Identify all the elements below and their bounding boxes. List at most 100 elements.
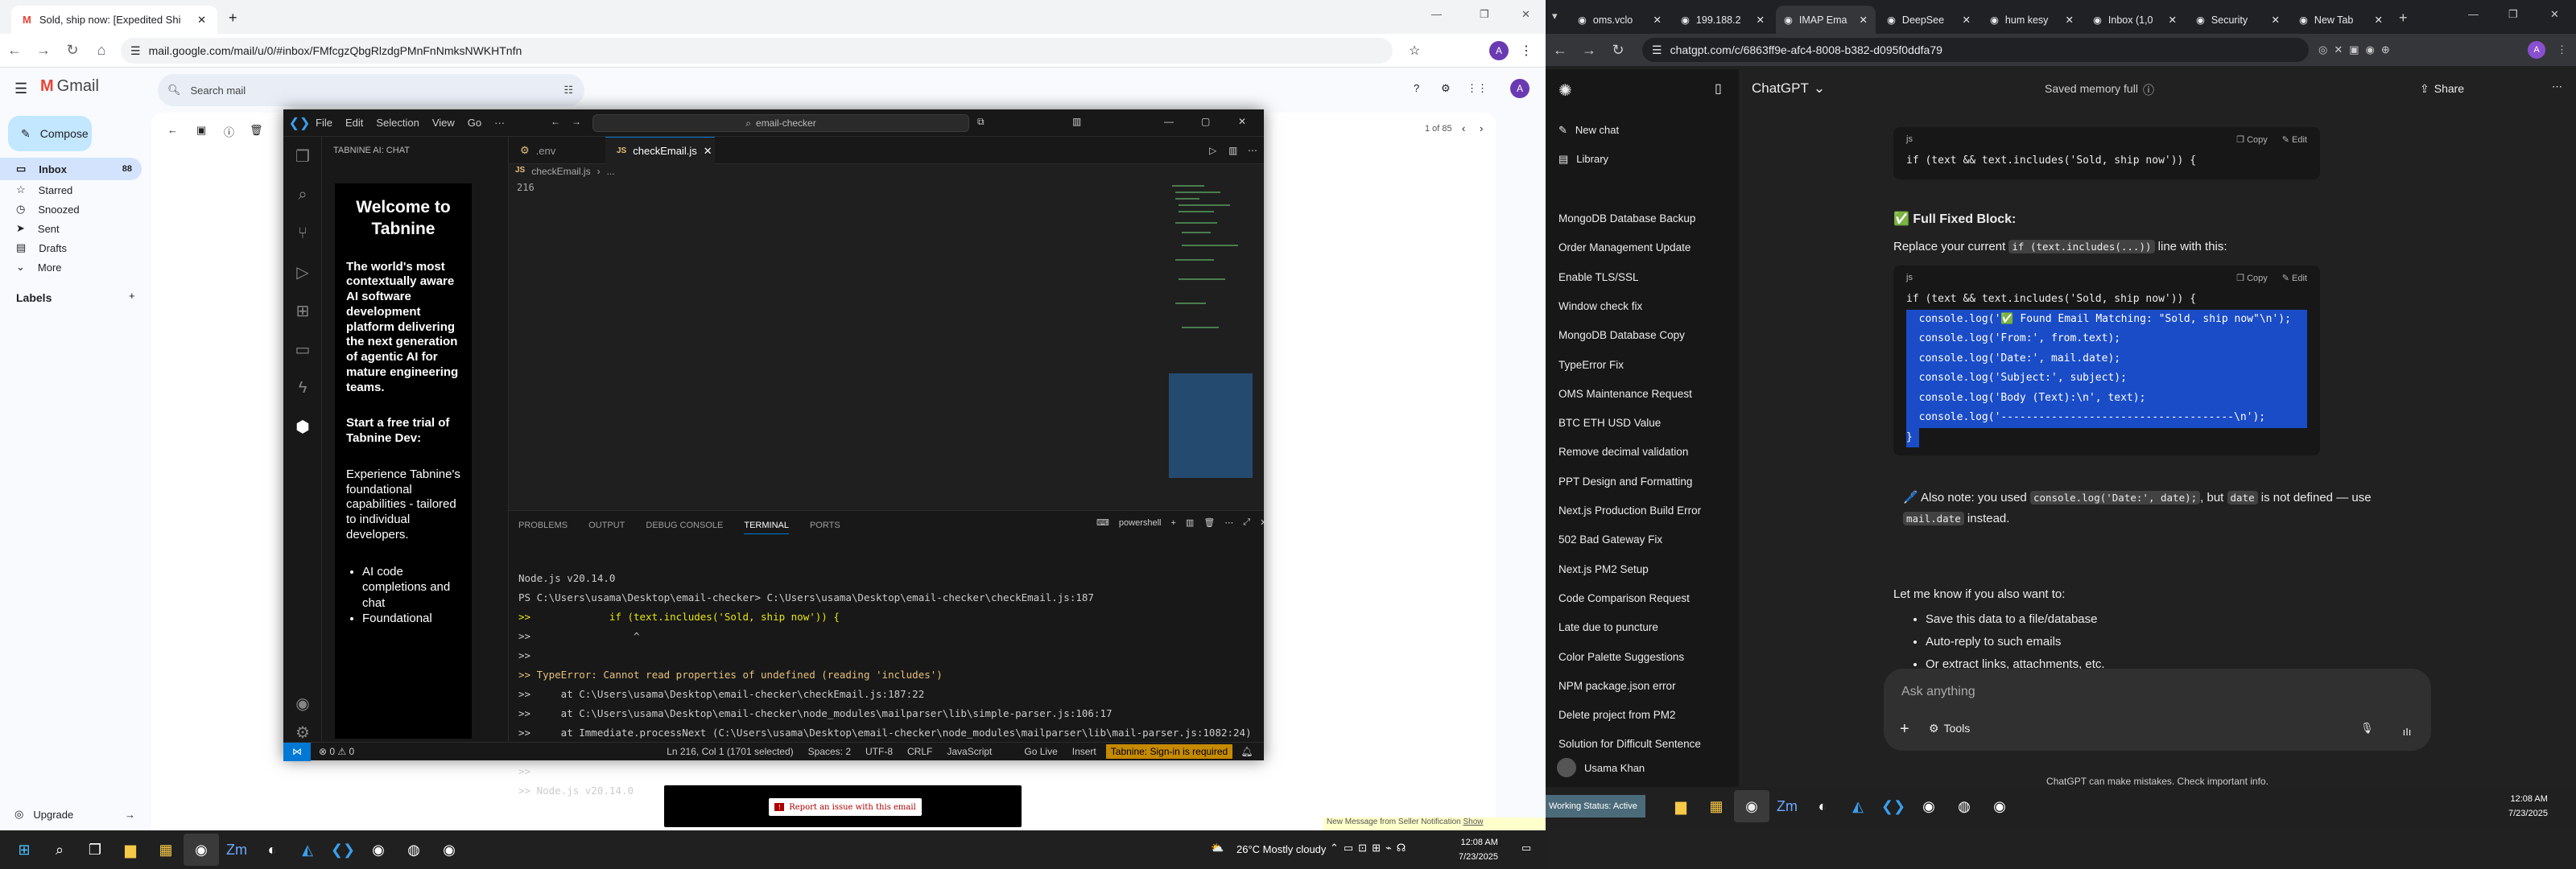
browser-tab[interactable]: ◉ Security ✕: [2188, 6, 2288, 34]
lightning-icon[interactable]: ϟ: [283, 369, 322, 407]
chat-history-item[interactable]: TypeError Fix: [1558, 359, 1624, 371]
panel-tab-terminal[interactable]: TERMINAL: [744, 521, 789, 534]
edit-button[interactable]: ✎ Edit: [2282, 273, 2307, 283]
notify-link[interactable]: Show: [1463, 818, 1484, 826]
more-icon[interactable]: ⋯: [1248, 145, 1257, 156]
new-tab-icon[interactable]: +: [2399, 10, 2408, 27]
search-icon[interactable]: ⌕: [42, 834, 77, 866]
search-icon[interactable]: ⌕: [283, 175, 322, 214]
archive-icon[interactable]: ▣: [196, 124, 206, 137]
tab-gmail[interactable]: M Sold, ship now: [Expedited Shi ✕: [11, 6, 217, 34]
share-button[interactable]: ⇪ Share: [2420, 82, 2464, 96]
close-icon[interactable]: ✕: [1653, 14, 1662, 26]
menu-more[interactable]: ···: [494, 117, 505, 129]
back-to-inbox-icon[interactable]: ←: [167, 124, 178, 136]
chat-history-item[interactable]: Code Comparison Request: [1558, 592, 1690, 604]
browser-tab[interactable]: ◉ 199.188.2 ✕: [1673, 6, 1773, 34]
chat-history-item[interactable]: Remove decimal validation: [1558, 446, 1688, 458]
nav-forward-icon[interactable]: →: [572, 116, 581, 127]
copy-button[interactable]: ❐ Copy: [2236, 273, 2268, 283]
chat-history-item[interactable]: Next.js PM2 Setup: [1558, 563, 1649, 575]
tab-env[interactable]: ⚙ .env: [509, 137, 605, 164]
browser-tab[interactable]: ◉ New Tab ✕: [2291, 6, 2391, 34]
panel-tab-problems[interactable]: PROBLEMS: [518, 521, 568, 534]
app-icon[interactable]: ◐: [1805, 790, 1840, 822]
address-bar[interactable]: ☰ chatgpt.com/c/6863ff9e-afc4-8008-b382-…: [1642, 38, 2309, 62]
tabnine-icon[interactable]: ⬢: [283, 407, 322, 446]
minimize-icon[interactable]: —: [1164, 116, 1174, 127]
add-terminal-icon[interactable]: +: [1170, 518, 1175, 528]
run-debug-icon[interactable]: ▷: [283, 253, 322, 291]
chrome-icon[interactable]: ◉: [431, 834, 467, 866]
chrome-icon[interactable]: ◉: [361, 834, 396, 866]
panel-tab-ports[interactable]: PORTS: [810, 521, 840, 534]
language-mode[interactable]: JavaScript: [947, 746, 992, 757]
new-chat-button[interactable]: ✎ New chat: [1558, 124, 1619, 137]
task-view-icon[interactable]: ❐: [77, 834, 113, 866]
close-icon[interactable]: ✕: [2375, 14, 2383, 26]
eol[interactable]: CRLF: [907, 746, 932, 757]
home-icon[interactable]: ⌂: [87, 36, 116, 65]
close-tab-icon[interactable]: ✕: [704, 145, 712, 158]
windows-start-icon[interactable]: ⊞: [6, 834, 42, 866]
app-icon[interactable]: ◍: [1946, 790, 1982, 822]
mic-icon[interactable]: 🎙︎: [2360, 722, 2374, 735]
problems-count[interactable]: ⊗ 0 ⚠ 0: [319, 746, 354, 757]
menu-go[interactable]: Go: [468, 117, 481, 129]
nav-more[interactable]: ⌄ More: [0, 256, 142, 278]
chat-history-item[interactable]: Solution for Difficult Sentence: [1558, 738, 1701, 750]
close-icon[interactable]: ✕: [1238, 116, 1246, 127]
bell-icon[interactable]: 🔔︎: [1241, 746, 1253, 757]
close-icon[interactable]: ✕: [197, 14, 206, 27]
chat-history-item[interactable]: PPT Design and Formatting: [1558, 476, 1692, 488]
explorer-icon[interactable]: ❐: [283, 137, 322, 175]
toggle-sidebar-icon[interactable]: ▯: [1715, 80, 1722, 97]
browser-tab[interactable]: ◉ DeepSee ✕: [1879, 6, 1979, 34]
split-terminal-icon[interactable]: ▥: [1186, 517, 1194, 528]
profile-avatar[interactable]: A: [2528, 41, 2545, 59]
tray-icons[interactable]: ⌃▭⊡⊞⌁☊: [1330, 842, 1410, 855]
terminal-output[interactable]: Node.js v20.14.0 PS C:\Users\usama\Deskto…: [518, 569, 1252, 801]
chat-history-item[interactable]: Delete project from PM2: [1558, 709, 1676, 721]
chrome-icon[interactable]: ◉: [1982, 790, 2017, 822]
chat-history-item[interactable]: 502 Bad Gateway Fix: [1558, 533, 1662, 546]
filter-icon[interactable]: ☷: [564, 84, 573, 97]
chat-history-item[interactable]: Enable TLS/SSL: [1558, 271, 1639, 283]
next-icon[interactable]: ›: [1480, 122, 1483, 134]
forward-icon[interactable]: →: [1575, 35, 1604, 64]
clock[interactable]: 12:08 AM 7/23/2025: [2508, 792, 2548, 821]
vscode-icon[interactable]: ❮❯: [325, 834, 361, 866]
star-icon[interactable]: ☆: [1409, 43, 1420, 59]
store-icon[interactable]: ▦: [148, 834, 184, 866]
chat-history-item[interactable]: Window check fix: [1558, 300, 1642, 312]
code-text[interactable]: if (text && text.includes('Sold, ship no…: [1893, 151, 2320, 179]
chat-history-item[interactable]: Order Management Update: [1558, 241, 1690, 253]
forward-icon[interactable]: →: [29, 36, 58, 65]
browser-tab[interactable]: ◉ oms.vclo ✕: [1570, 6, 1670, 34]
clock[interactable]: 12:08 AM 7/23/2025: [1459, 835, 1498, 864]
minimize-icon[interactable]: —: [2468, 8, 2479, 20]
app-icon[interactable]: ◭: [290, 834, 325, 866]
command-center[interactable]: ⌕ email-checker: [592, 114, 969, 132]
chat-history-item[interactable]: Color Palette Suggestions: [1558, 651, 1684, 663]
back-icon[interactable]: ←: [0, 36, 29, 65]
insert-mode[interactable]: Insert: [1072, 746, 1096, 757]
help-icon[interactable]: ?: [1414, 82, 1419, 94]
model-selector[interactable]: ChatGPT ⌄: [1752, 80, 1825, 97]
tab-search-icon[interactable]: ▾: [1552, 10, 1558, 23]
tools-button[interactable]: ⚙ Tools: [1929, 722, 1970, 735]
chat-history-item[interactable]: Late due to puncture: [1558, 621, 1658, 633]
close-window-icon[interactable]: ✕: [1521, 8, 1530, 21]
close-icon[interactable]: ✕: [1860, 14, 1868, 26]
prompt-box[interactable]: Ask anything + ⚙ Tools 🎙︎ ıIı: [1884, 669, 2431, 751]
panel-tab-output[interactable]: OUTPUT: [588, 521, 625, 534]
upgrade-button[interactable]: ◎ Upgrade →: [14, 808, 135, 821]
extensions-icon[interactable]: ⊞: [283, 291, 322, 330]
chat-history-item[interactable]: NPM package.json error: [1558, 680, 1676, 692]
reload-icon[interactable]: ↻: [58, 36, 87, 65]
weather-text[interactable]: 26°C Mostly cloudy: [1236, 843, 1326, 855]
openai-logo-icon[interactable]: ✺: [1558, 80, 1572, 101]
zoom-icon[interactable]: Zm: [219, 834, 254, 866]
close-icon[interactable]: ✕: [2066, 14, 2074, 26]
remote-icon[interactable]: ⋈: [283, 742, 311, 761]
